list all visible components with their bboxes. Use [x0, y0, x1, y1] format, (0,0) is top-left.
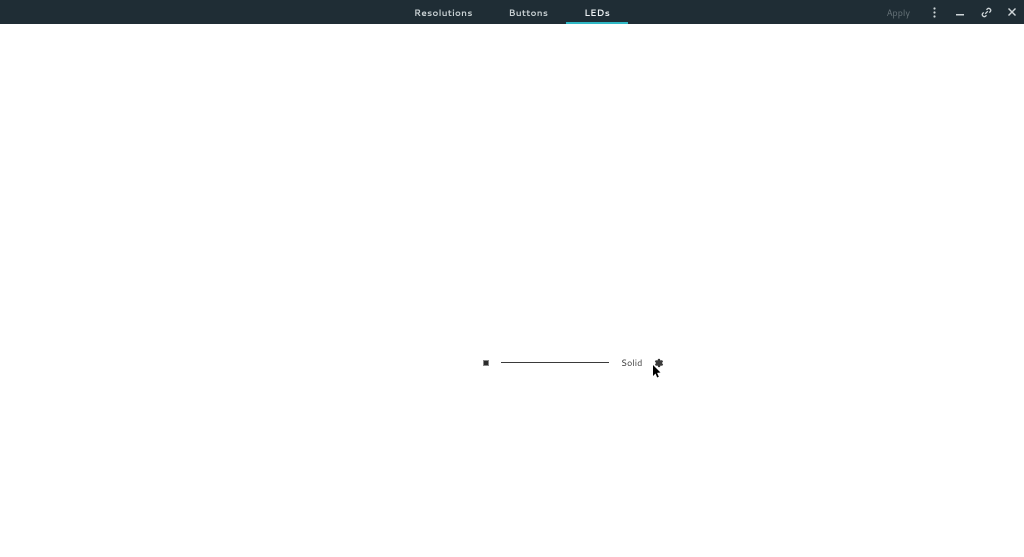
close-icon[interactable]	[1006, 6, 1018, 18]
minimize-icon[interactable]	[954, 6, 966, 18]
slider-track	[501, 362, 609, 363]
header-tabs: Resolutions Buttons LEDs	[396, 0, 628, 24]
tab-leds[interactable]: LEDs	[566, 0, 628, 24]
brightness-slider[interactable]	[501, 362, 609, 364]
tab-buttons[interactable]: Buttons	[491, 0, 567, 24]
tab-resolutions[interactable]: Resolutions	[396, 0, 491, 24]
link-icon[interactable]	[980, 6, 992, 18]
led-mode-label[interactable]: Solid	[621, 356, 642, 369]
led-control-row: Solid	[483, 356, 664, 369]
content-area: Solid	[0, 24, 1024, 557]
app-header: Resolutions Buttons LEDs Apply	[0, 0, 1024, 24]
window-controls: Apply	[886, 0, 1018, 24]
apply-button: Apply	[886, 6, 910, 19]
gear-icon[interactable]	[654, 358, 664, 368]
color-swatch[interactable]	[483, 360, 489, 366]
menu-icon[interactable]	[928, 6, 940, 18]
